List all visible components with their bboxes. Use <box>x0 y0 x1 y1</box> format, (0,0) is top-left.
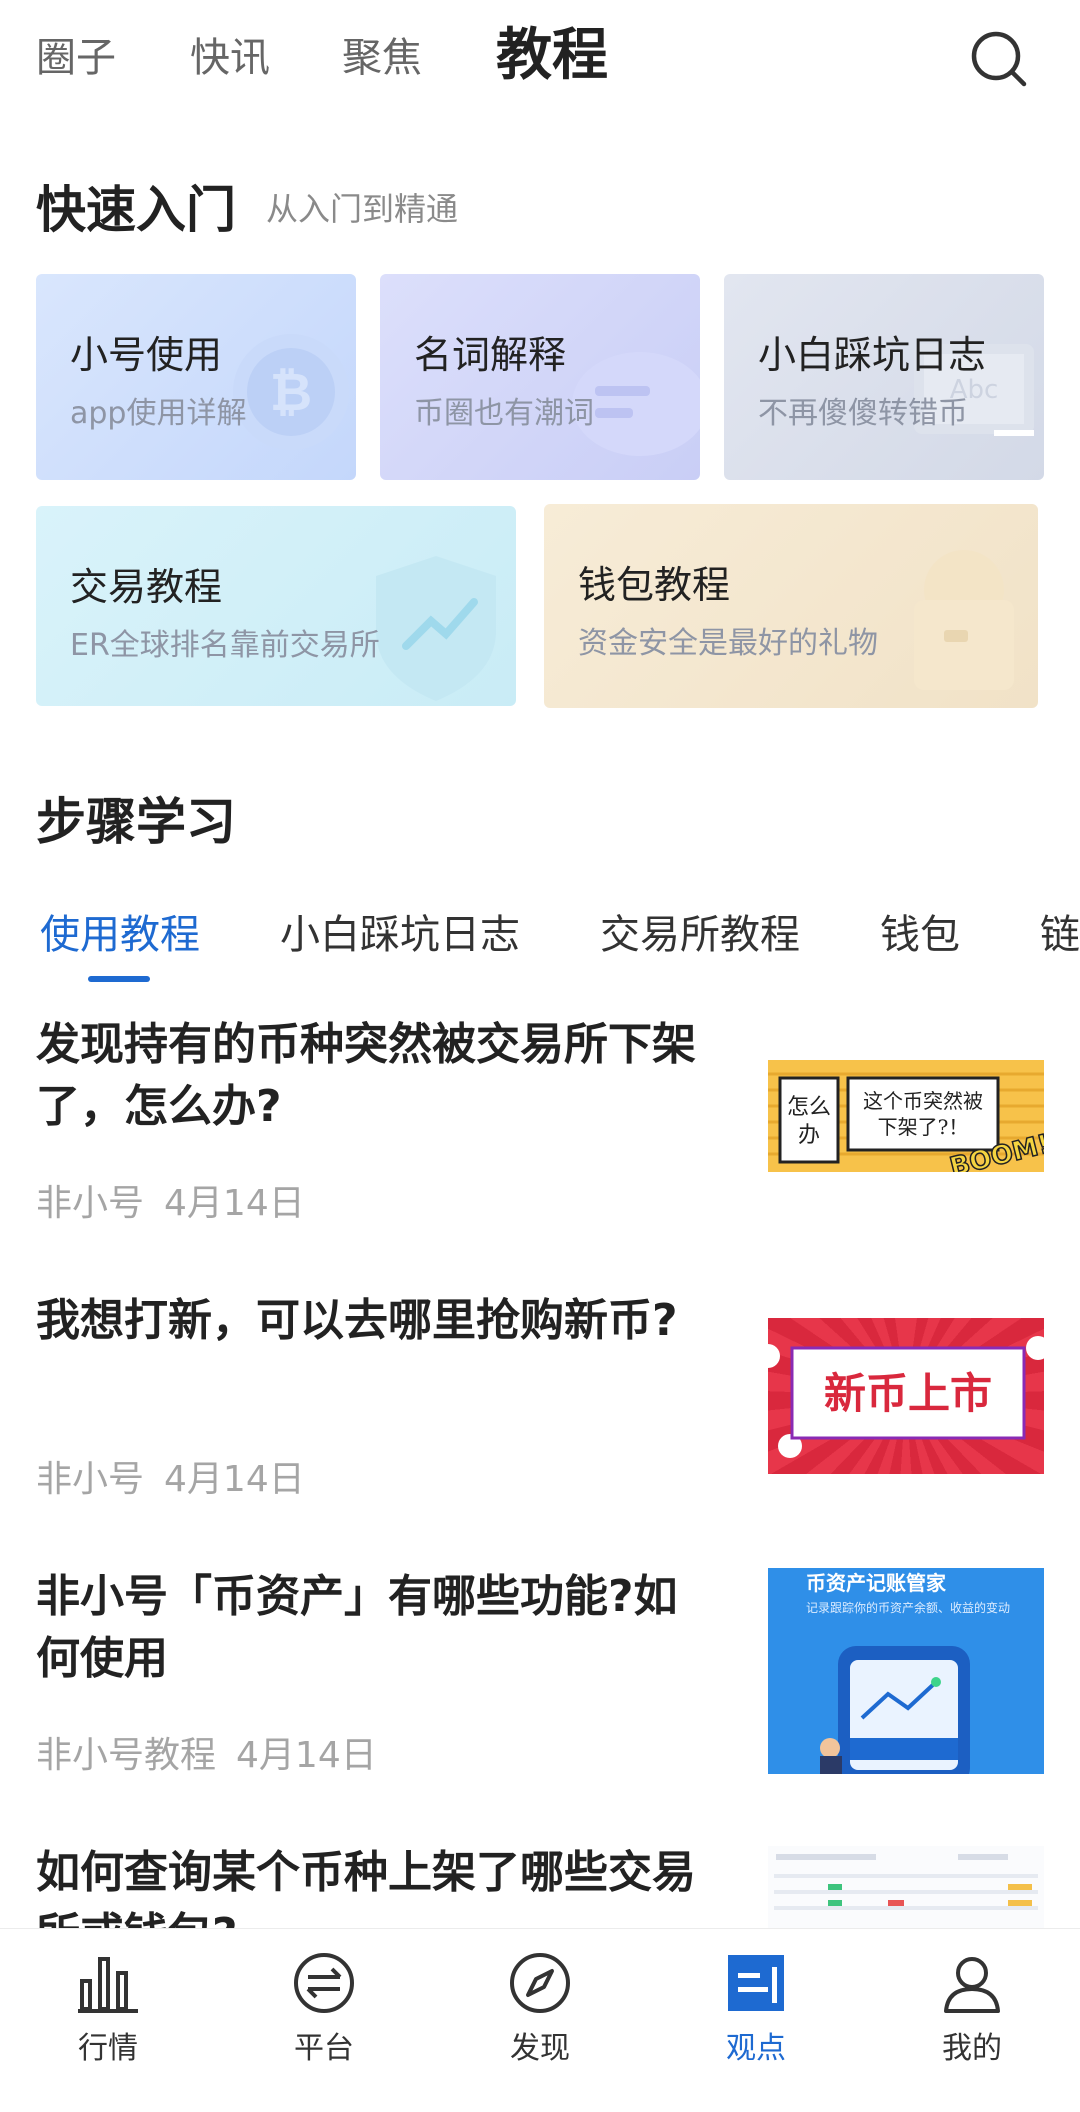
article-thumbnail: 怎么 办 这个币突然被 下架了?！ BOOM! <box>768 1060 1044 1172</box>
nav-label: 平台 <box>294 2031 354 2066</box>
article-meta: 非小号 4月14日 <box>36 1174 325 1226</box>
top-tab-bar: 圈子 快讯 聚焦 教程 <box>0 0 1080 120</box>
quick-start-subtitle: 从入门到精通 <box>266 190 459 228</box>
nav-label: 发现 <box>510 2031 570 2066</box>
article-date: 4月14日 <box>236 1735 377 1776</box>
article-author: 非小号 <box>36 1183 145 1224</box>
nav-label: 行情 <box>78 2031 138 2066</box>
card-title: 名词解释 <box>414 333 567 377</box>
nav-label: 观点 <box>726 2031 786 2066</box>
viewpoint-icon <box>728 1955 784 2011</box>
step-tab-usage[interactable]: 使用教程 <box>40 902 200 960</box>
nav-label: 我的 <box>942 2031 1002 2066</box>
card-title: 钱包教程 <box>578 563 731 607</box>
shield-chart-icon <box>376 556 496 701</box>
article-date: 4月14日 <box>164 1459 305 1500</box>
card-account-usage[interactable]: ₿ 小号使用 app使用详解 <box>36 274 356 480</box>
bottom-navigation: 行情 平台 发现 观点 我的 <box>0 1928 1080 2071</box>
nav-market[interactable]: 行情 <box>0 1929 216 2071</box>
svg-text:₿: ₿ <box>270 363 312 423</box>
card-title: 小号使用 <box>70 333 223 377</box>
card-subtitle: 不再傻傻转错币 <box>758 396 968 431</box>
thumb-text: 办 <box>798 1123 820 1148</box>
quick-start-title: 快速入门 <box>36 181 236 239</box>
article-title: 发现持有的币种突然被交易所下架了，怎么办? <box>36 1019 696 1132</box>
step-tab-exchange[interactable]: 交易所教程 <box>600 902 800 960</box>
tab-circle[interactable]: 圈子 <box>36 30 116 86</box>
step-tab-wallet[interactable]: 钱包 <box>880 902 960 960</box>
tab-news-flash[interactable]: 快讯 <box>190 30 270 86</box>
article-meta: 非小号教程 4月14日 <box>36 1726 397 1778</box>
nav-discover[interactable]: 发现 <box>432 1929 648 2071</box>
thumb-text: 下架了?！ <box>878 1115 969 1139</box>
active-tab-indicator <box>88 976 150 982</box>
article-meta: 非小号 4月14日 <box>36 1450 325 1502</box>
search-button[interactable] <box>968 28 1032 92</box>
article-date: 4月14日 <box>164 1183 305 1224</box>
card-wallet-tutorial[interactable]: 钱包教程 资金安全是最好的礼物 <box>544 504 1038 708</box>
article-thumbnail: 新币上市 <box>768 1318 1044 1474</box>
thumb-text: 怎么 <box>787 1095 831 1120</box>
article-item[interactable]: 非小号「币资产」有哪些功能?如何使用 非小号教程 4月14日 币资产记账管家 记录… <box>0 1566 1080 1836</box>
tab-focus[interactable]: 聚焦 <box>342 30 422 86</box>
step-learning-title: 步骤学习 <box>36 793 236 851</box>
wallet-icon <box>914 550 1014 690</box>
card-title: 交易教程 <box>70 565 223 609</box>
nav-viewpoint[interactable]: 观点 <box>648 1929 864 2071</box>
nav-platform[interactable]: 平台 <box>216 1929 432 2071</box>
step-tab-chain[interactable]: 链 <box>1040 902 1080 960</box>
exchange-icon <box>294 1953 354 2013</box>
card-pitfall-log[interactable]: Abc 小白踩坑日志 不再傻傻转错币 <box>724 274 1044 480</box>
article-thumbnail: 币资产记账管家 记录跟踪你的币资产余额、收益的变动 <box>768 1568 1044 1774</box>
thumb-text: 记录跟踪你的币资产余额、收益的变动 <box>806 1600 1010 1615</box>
article-item[interactable]: 我想打新，可以去哪里抢购新币? 非小号 4月14日 新币上市 <box>0 1290 1080 1560</box>
thumb-text: 币资产记账管家 <box>806 1571 947 1595</box>
compass-icon <box>510 1953 570 2013</box>
card-subtitle: app使用详解 <box>70 396 247 431</box>
thumb-text: 这个币突然被 <box>863 1089 983 1113</box>
thumb-text: 新币上市 <box>824 1369 992 1418</box>
user-icon <box>944 1957 1000 2013</box>
article-title: 非小号「币资产」有哪些功能?如何使用 <box>36 1571 678 1684</box>
card-subtitle: 资金安全是最好的礼物 <box>578 626 878 661</box>
step-tab-bar: 使用教程 小白踩坑日志 交易所教程 钱包 链 <box>0 880 1080 990</box>
article-title: 我想打新，可以去哪里抢购新币? <box>36 1295 678 1346</box>
tab-tutorial[interactable]: 教程 <box>496 22 608 90</box>
card-title: 小白踩坑日志 <box>758 333 987 377</box>
search-icon <box>971 31 1027 87</box>
card-glossary[interactable]: 名词解释 币圈也有潮词 <box>380 274 700 480</box>
article-item[interactable]: 发现持有的币种突然被交易所下架了，怎么办? 非小号 4月14日 怎么 办 这个币突… <box>0 1014 1080 1284</box>
card-subtitle: ER全球排名靠前交易所 <box>70 628 380 663</box>
article-author: 非小号 <box>36 1459 145 1500</box>
article-thumbnail <box>768 1846 1044 1928</box>
bar-chart-icon <box>78 1957 138 2013</box>
nav-mine[interactable]: 我的 <box>864 1929 1080 2071</box>
article-author: 非小号教程 <box>36 1735 217 1776</box>
step-tab-pitfall-log[interactable]: 小白踩坑日志 <box>280 902 520 960</box>
card-trading-tutorial[interactable]: 交易教程 ER全球排名靠前交易所 <box>36 506 516 706</box>
card-subtitle: 币圈也有潮词 <box>414 396 594 431</box>
